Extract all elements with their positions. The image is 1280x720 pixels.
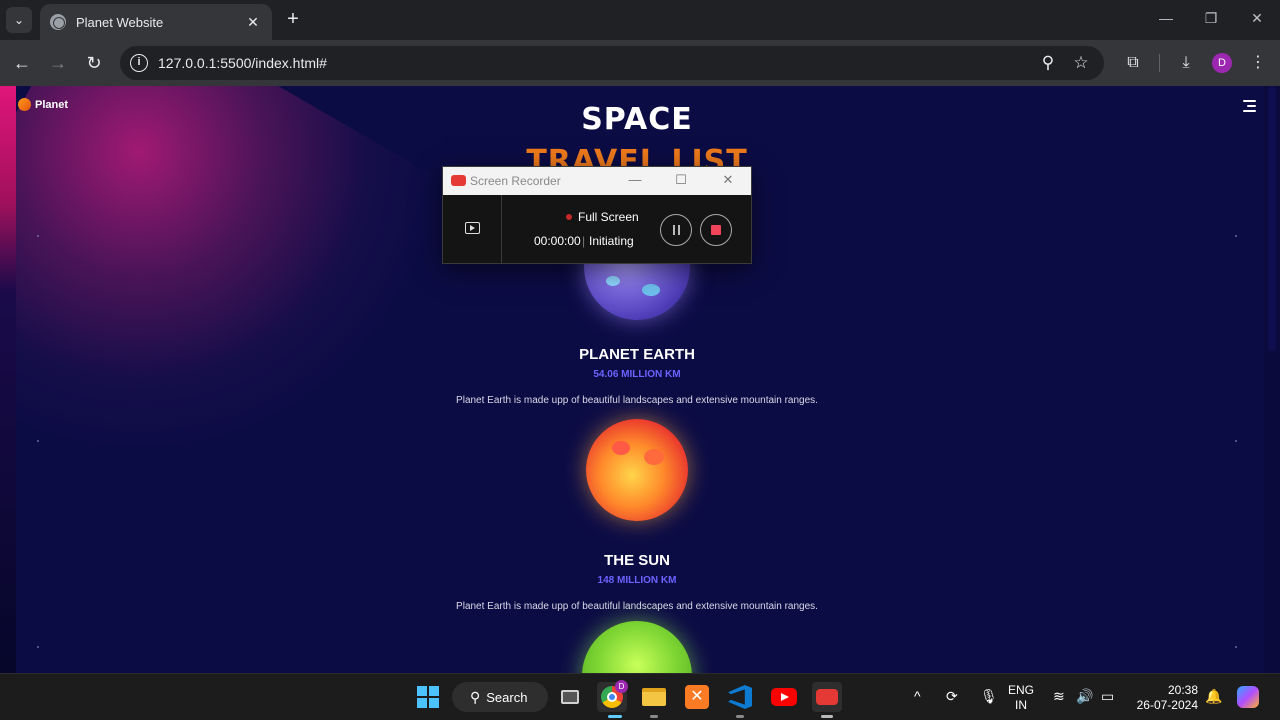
notification-bell-icon[interactable]: 🔔: [1205, 688, 1222, 705]
running-app-indicator: [736, 715, 744, 718]
screen-recorder-app[interactable]: [812, 682, 842, 712]
microphone-icon[interactable]: 🎙: [980, 688, 998, 705]
windows-logo-icon: [417, 686, 439, 708]
recorder-titlebar[interactable]: Screen Recorder — ☐ ✕: [443, 167, 751, 195]
xampp-icon: ✕: [685, 685, 709, 709]
recorder-maximize-icon[interactable]: ☐: [672, 172, 690, 188]
volume-icon[interactable]: 🔊: [1076, 688, 1093, 705]
star-dot: [1235, 235, 1237, 237]
planet-name: PLANET EARTH: [579, 346, 695, 363]
xampp-app[interactable]: ✕: [682, 682, 712, 712]
page-title-line-1: SPACE: [581, 102, 693, 137]
show-hidden-icons-chevron-icon[interactable]: ^: [914, 688, 921, 704]
clock-time: 20:38: [1167, 683, 1198, 697]
file-explorer-app[interactable]: [639, 682, 669, 712]
active-app-indicator: [608, 715, 622, 718]
pause-button[interactable]: [660, 214, 692, 246]
sun-image: [586, 419, 688, 521]
back-arrow-icon[interactable]: ←: [11, 52, 33, 74]
planet-description: Planet Earth is made upp of beautiful la…: [456, 395, 818, 406]
video-camera-icon: [451, 175, 466, 186]
recorder-minimize-icon[interactable]: —: [626, 172, 644, 187]
chrome-profile-badge: D: [615, 680, 628, 693]
vscode-app[interactable]: [725, 682, 755, 712]
recording-timer: 00:00:00: [534, 234, 581, 248]
chrome-taskbar-app[interactable]: D: [597, 680, 628, 712]
browser-toolbar: ← → ↻ i 127.0.0.1:5500/index.html# ⚲ ☆ ⧉…: [0, 40, 1280, 86]
planet-description: Planet Earth is made upp of beautiful la…: [456, 601, 818, 612]
profile-avatar[interactable]: D: [1212, 53, 1232, 73]
task-view-icon: [561, 690, 579, 704]
star-dot: [1235, 440, 1237, 442]
url-text[interactable]: 127.0.0.1:5500/index.html#: [158, 55, 327, 71]
language-code: ENG: [1008, 683, 1035, 697]
search-icon: ⚲: [470, 688, 481, 705]
zoom-icon[interactable]: ⚲: [1038, 53, 1058, 73]
tab-title: Planet Website: [76, 14, 164, 30]
capture-mode-label[interactable]: Full Screen: [578, 210, 639, 224]
close-window-icon[interactable]: ✕: [1245, 10, 1269, 27]
recorder-close-icon[interactable]: ✕: [719, 172, 737, 188]
copilot-icon: [1237, 686, 1259, 708]
region-code: IN: [1015, 698, 1027, 712]
screen-recorder-window: Screen Recorder — ☐ ✕ Full Screen 00:00:…: [442, 166, 752, 264]
new-tab-button[interactable]: +: [282, 8, 304, 30]
star-dot: [37, 646, 39, 648]
battery-icon[interactable]: ▭: [1101, 688, 1114, 705]
chevron-down-icon: ⌄: [13, 13, 25, 27]
tab-search-button[interactable]: ⌄: [6, 7, 32, 33]
recorder-title: Screen Recorder: [470, 174, 561, 188]
planet-distance: 54.06 MILLION KM: [593, 369, 681, 380]
bookmark-star-icon[interactable]: ☆: [1071, 53, 1091, 73]
windows-taskbar: ⚲ Search D ✕ ^ ⟳ 🎙 ENG IN ≋ 🔊 ▭ 20:38 26…: [0, 673, 1280, 720]
restore-window-icon[interactable]: ❐: [1199, 10, 1223, 27]
running-app-indicator: [821, 715, 833, 718]
youtube-app[interactable]: [769, 682, 799, 712]
taskbar-search[interactable]: ⚲ Search: [452, 682, 548, 712]
task-view-button[interactable]: [555, 682, 585, 712]
video-camera-icon: [816, 689, 838, 705]
green-planet-image: [582, 621, 692, 673]
folder-icon: [642, 688, 666, 706]
site-info-icon[interactable]: i: [130, 54, 148, 72]
youtube-icon: [771, 688, 797, 706]
start-button[interactable]: [413, 682, 443, 712]
stop-button[interactable]: [700, 214, 732, 246]
browser-tab[interactable]: Planet Website ✕: [40, 4, 272, 40]
star-dot: [37, 235, 39, 237]
star-dot: [37, 440, 39, 442]
forward-arrow-icon[interactable]: →: [47, 52, 69, 74]
sync-icon[interactable]: ⟳: [946, 688, 958, 705]
minimize-window-icon[interactable]: —: [1154, 10, 1178, 26]
download-icon[interactable]: ⤓: [1175, 52, 1197, 74]
recordings-folder-button[interactable]: [443, 195, 502, 263]
timer-separator: |: [582, 234, 586, 248]
planet-name: THE SUN: [604, 552, 670, 569]
wifi-icon[interactable]: ≋: [1053, 688, 1065, 705]
language-indicator[interactable]: ENG IN: [1008, 683, 1034, 713]
toolbar-divider: [1159, 54, 1160, 72]
recording-indicator-dot: [566, 214, 572, 220]
close-tab-icon[interactable]: ✕: [244, 14, 262, 31]
recording-status: Initiating: [589, 234, 634, 248]
address-bar[interactable]: i 127.0.0.1:5500/index.html# ⚲ ☆: [120, 46, 1104, 80]
vscode-icon: [728, 685, 752, 709]
folder-play-icon: [465, 222, 480, 234]
taskbar-clock[interactable]: 20:38 26-07-2024: [1128, 683, 1198, 713]
planet-distance: 148 MILLION KM: [597, 575, 677, 586]
copilot-button[interactable]: [1233, 682, 1263, 712]
clock-date: 26-07-2024: [1136, 698, 1198, 712]
star-dot: [1235, 646, 1237, 648]
globe-icon: [50, 14, 66, 30]
extensions-icon[interactable]: ⧉: [1122, 52, 1144, 74]
running-app-indicator: [650, 715, 658, 718]
menu-kebab-icon[interactable]: ⋮: [1247, 52, 1269, 74]
browser-tabstrip: ⌄ Planet Website ✕ + — ❐ ✕: [0, 0, 1280, 40]
reload-icon[interactable]: ↻: [83, 52, 105, 74]
search-label: Search: [486, 689, 528, 705]
